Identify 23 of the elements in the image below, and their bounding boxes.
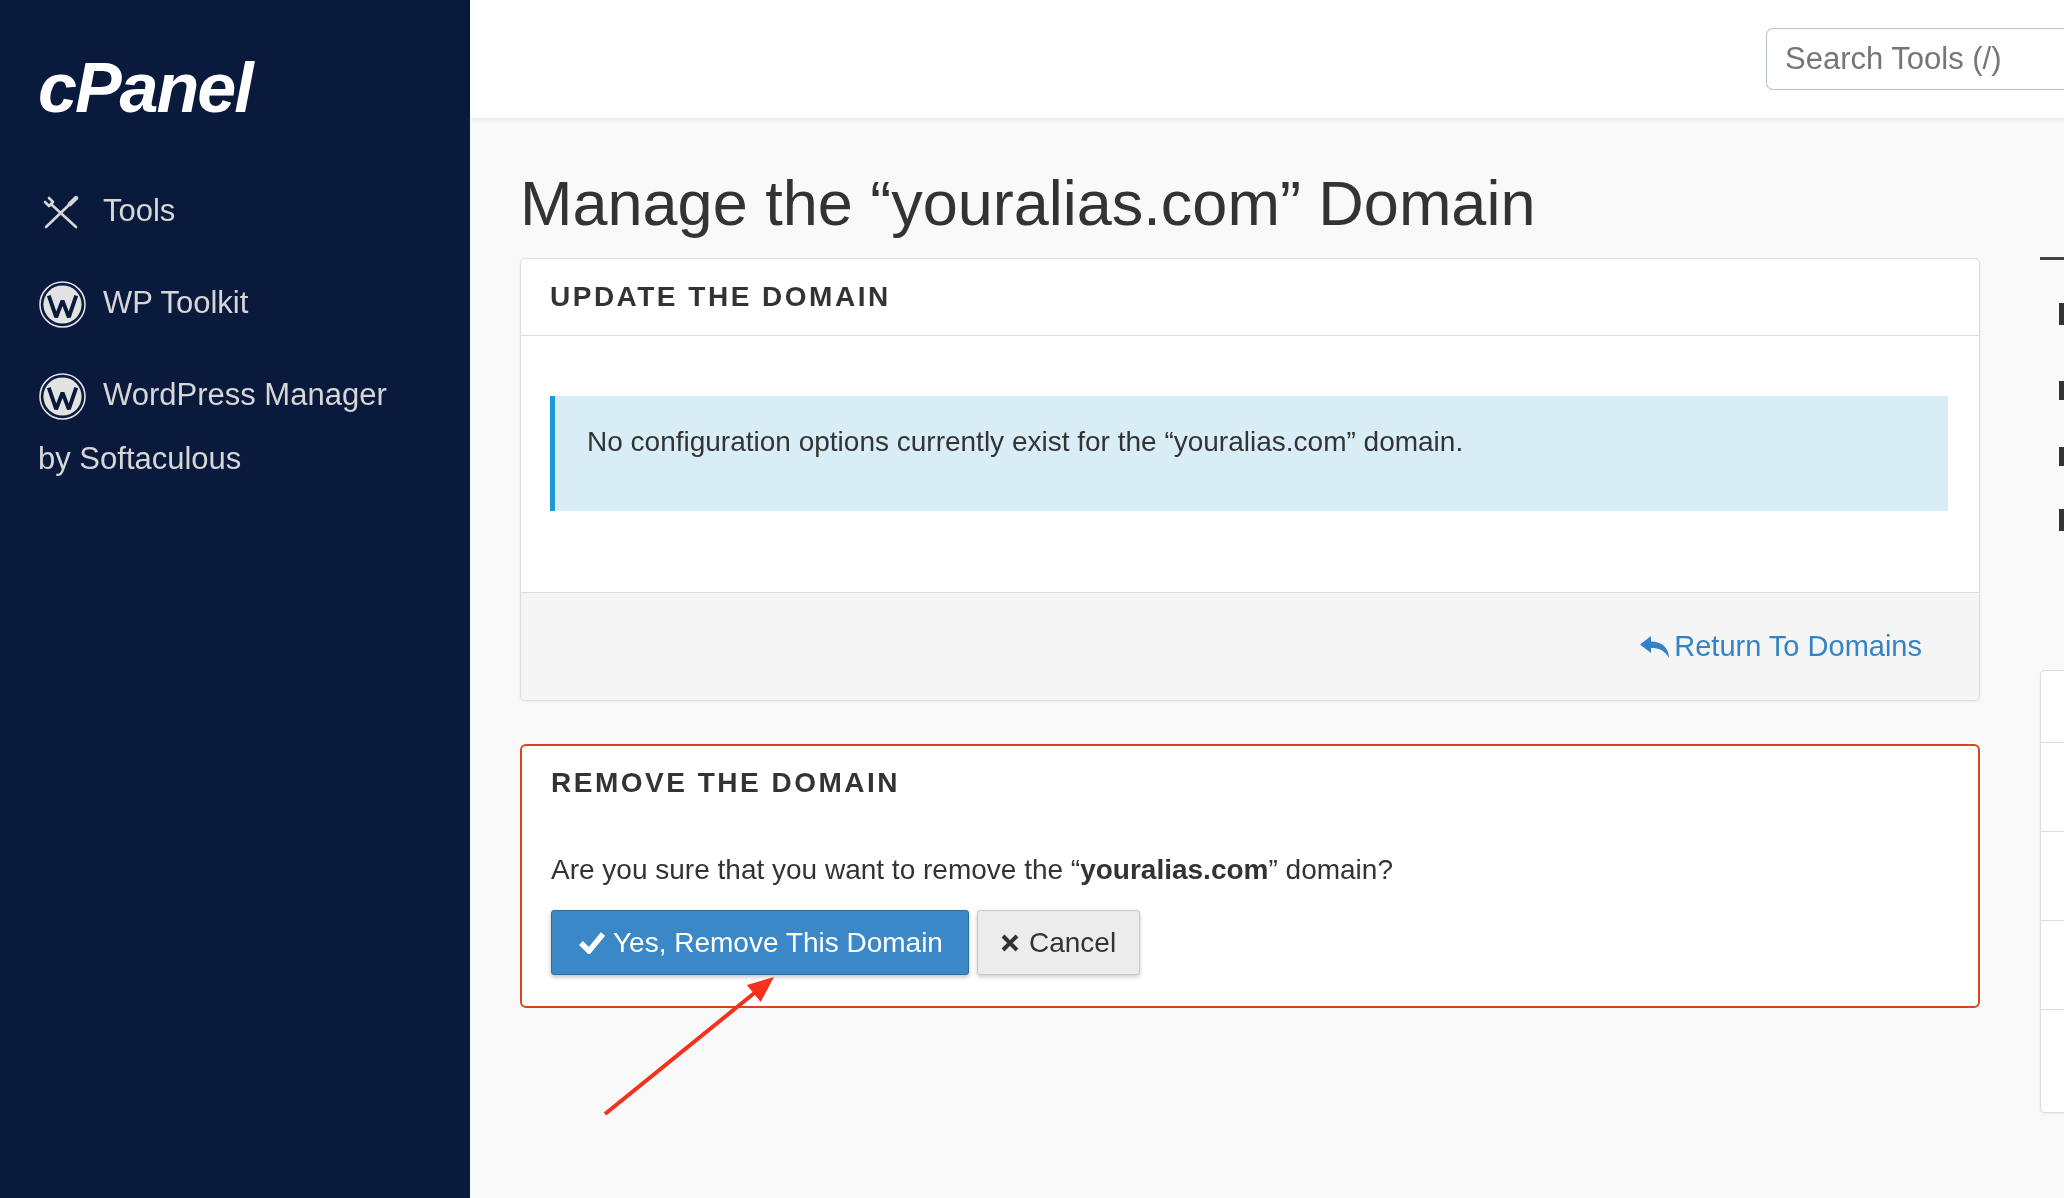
check-icon	[578, 931, 606, 954]
panel-title: UPDATE THE DOMAIN	[550, 280, 891, 314]
clipped-glyph	[2059, 447, 2064, 466]
sidebar-item[interactable]: Tools	[38, 179, 408, 243]
return-link[interactable]: Return To Domains	[1640, 624, 1922, 669]
confirm-question: Are you sure that you want to remove the “youralias.com” domain?	[551, 853, 1393, 887]
sidebar-item[interactable]: WordPress Manager by Softaculous	[38, 363, 408, 491]
w-logo-icon	[39, 373, 86, 421]
tools-icon	[43, 195, 79, 230]
cancel-button[interactable]: Cancel	[976, 910, 1141, 975]
clipped-glyph	[2059, 303, 2064, 325]
panel-title: REMOVE THE DOMAIN	[551, 766, 900, 800]
x-mark-icon	[1000, 933, 1019, 952]
clipped-glyph	[2059, 509, 2064, 531]
info-alert: No configuration options currently exist for the “youralias.com” domain.	[550, 396, 1948, 511]
logo: cPanel	[38, 50, 252, 126]
sidebar-item[interactable]: WP Toolkit	[38, 271, 408, 335]
remove-domain-button[interactable]: Yes, Remove This Domain	[551, 910, 969, 975]
w-logo-icon	[39, 281, 86, 329]
clipped-glyph	[2059, 381, 2064, 400]
search-field[interactable]: Search Tools (/)	[1766, 28, 2064, 90]
reply-arrow-icon	[1640, 635, 1670, 658]
page-title: Manage the “youralias.com” Domain	[520, 167, 1537, 240]
